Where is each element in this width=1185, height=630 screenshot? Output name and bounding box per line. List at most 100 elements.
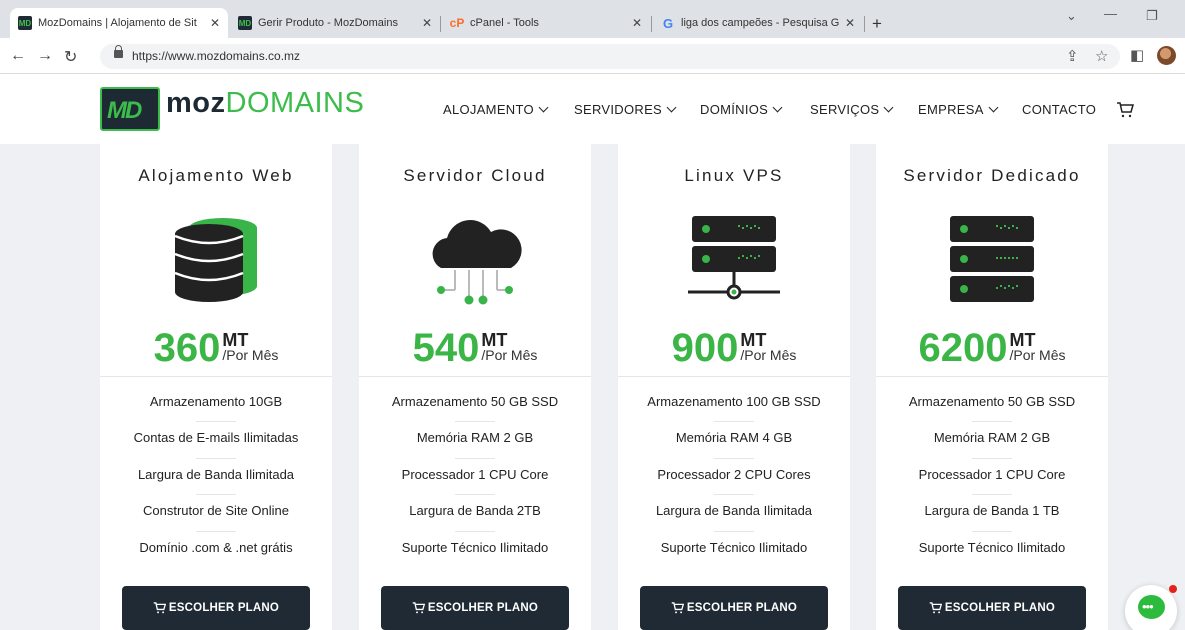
choose-plan-button[interactable]: ESCOLHER PLANO bbox=[122, 586, 310, 630]
tab-title: MozDomains | Alojamento de Sit bbox=[38, 17, 197, 29]
plans-section: Alojamento Web 360 MT/Por Mês Armazenamen… bbox=[0, 144, 1185, 630]
nav-item-servicos[interactable]: SERVIÇOS bbox=[810, 102, 894, 117]
close-icon[interactable]: ✕ bbox=[632, 16, 642, 30]
button-label: ESCOLHER PLANO bbox=[427, 602, 539, 614]
browser-tab-cpanel[interactable]: cP cPanel - Tools ✕ bbox=[442, 8, 650, 38]
side-panel-icon[interactable]: ◧ bbox=[1130, 46, 1144, 64]
browser-tab-google[interactable]: G liga dos campeões - Pesquisa Go ✕ bbox=[653, 8, 863, 38]
feature-list: Armazenamento 50 GB SSD Memória RAM 2 GB… bbox=[359, 394, 591, 576]
feature-item: Processador 2 CPU Cores bbox=[618, 467, 850, 503]
browser-tab-gerir-produto[interactable]: MD Gerir Produto - MozDomains ✕ bbox=[230, 8, 440, 38]
mozdomains-favicon: MD bbox=[18, 16, 32, 30]
cart-icon[interactable] bbox=[1116, 102, 1134, 118]
cpanel-favicon: cP bbox=[449, 16, 465, 30]
cart-icon bbox=[671, 602, 684, 614]
feature-item: Domínio .com & .net grátis bbox=[139, 539, 293, 555]
lock-icon bbox=[114, 45, 123, 58]
nav-label: SERVIDORES bbox=[574, 102, 663, 117]
cart-icon bbox=[412, 602, 425, 614]
tab-title: liga dos campeões - Pesquisa Go bbox=[681, 17, 839, 29]
new-tab-icon[interactable]: + bbox=[872, 14, 882, 34]
logo-text-domains: DOMAINS bbox=[225, 87, 365, 119]
plan-title: Servidor Cloud bbox=[403, 166, 547, 185]
choose-plan-button[interactable]: ESCOLHER PLANO bbox=[898, 586, 1086, 630]
feature-item: Armazenamento 100 GB SSD bbox=[618, 394, 850, 430]
chevron-down-icon[interactable]: ⌄ bbox=[1066, 8, 1077, 24]
minimize-icon[interactable]: — bbox=[1104, 6, 1117, 21]
mozdomains-favicon: MD bbox=[238, 16, 252, 30]
forward-arrow-icon[interactable]: → bbox=[37, 47, 53, 65]
nav-item-alojamento[interactable]: ALOJAMENTO bbox=[443, 102, 549, 117]
feature-list: Armazenamento 50 GB SSD Memória RAM 2 GB… bbox=[876, 394, 1108, 576]
reload-icon[interactable]: ↻ bbox=[64, 47, 77, 67]
chevron-down-icon bbox=[883, 102, 894, 113]
feature-item: Memória RAM 4 GB bbox=[618, 430, 850, 466]
plan-card-linux-vps: Linux VPS 900 MT/Por Mês Armazenamento 10… bbox=[618, 144, 850, 630]
feature-item: Largura de Banda 1 TB bbox=[876, 503, 1108, 539]
browser-tab-mozdomains[interactable]: MD MozDomains | Alojamento de Sit ✕ bbox=[10, 8, 228, 38]
plan-title: Alojamento Web bbox=[138, 166, 294, 185]
back-arrow-icon[interactable]: ← bbox=[10, 47, 26, 65]
feature-item: Armazenamento 50 GB SSD bbox=[876, 394, 1108, 430]
feature-list: Armazenamento 100 GB SSD Memória RAM 4 G… bbox=[618, 394, 850, 576]
cart-icon bbox=[929, 602, 942, 614]
nav-label: EMPRESA bbox=[918, 102, 984, 117]
feature-item: Construtor de Site Online bbox=[100, 503, 332, 539]
share-icon[interactable]: ⇪ bbox=[1066, 47, 1079, 65]
chevron-down-icon bbox=[988, 102, 999, 113]
plan-price: 900 MT/Por Mês bbox=[618, 326, 850, 371]
nav-item-servidores[interactable]: SERVIDORES bbox=[574, 102, 677, 117]
feature-item: Processador 1 CPU Core bbox=[876, 467, 1108, 503]
price-period: /Por Mês bbox=[222, 347, 279, 363]
nav-label: SERVIÇOS bbox=[810, 102, 880, 117]
feature-list: Armazenamento 10GB Contas de E-mails Ili… bbox=[100, 394, 332, 576]
bookmark-star-icon[interactable]: ☆ bbox=[1095, 47, 1108, 65]
plan-title: Servidor Dedicado bbox=[903, 166, 1081, 185]
tab-title: cPanel - Tools bbox=[470, 17, 539, 29]
price-period: /Por Mês bbox=[740, 347, 797, 363]
divider bbox=[100, 376, 332, 377]
feature-item: Memória RAM 2 GB bbox=[359, 430, 591, 466]
profile-avatar[interactable] bbox=[1157, 46, 1176, 65]
address-bar: ← → ↻ https://www.mozdomains.co.mz ⇪ ☆ ◧ bbox=[0, 38, 1185, 74]
cart-icon bbox=[153, 602, 166, 614]
logo-icon[interactable]: MD bbox=[100, 87, 160, 131]
divider bbox=[618, 376, 850, 377]
plan-card-alojamento-web: Alojamento Web 360 MT/Por Mês Armazenamen… bbox=[100, 144, 332, 630]
nav-label: DOMÍNIOS bbox=[700, 102, 769, 117]
nav-item-empresa[interactable]: EMPRESA bbox=[918, 102, 999, 117]
chat-bubble-icon bbox=[1138, 595, 1165, 619]
dedicated-server-icon bbox=[950, 216, 1034, 302]
close-icon[interactable]: ✕ bbox=[845, 16, 855, 30]
url-input[interactable]: https://www.mozdomains.co.mz bbox=[100, 44, 1120, 69]
nav-label: CONTACTO bbox=[1022, 102, 1097, 117]
choose-plan-button[interactable]: ESCOLHER PLANO bbox=[640, 586, 828, 630]
feature-item: Contas de E-mails Ilimitadas bbox=[100, 430, 332, 466]
tab-separator bbox=[651, 16, 652, 32]
button-label: ESCOLHER PLANO bbox=[168, 602, 280, 614]
divider bbox=[876, 376, 1108, 377]
feature-item: Suporte Técnico Ilimitado bbox=[401, 539, 549, 555]
feature-item: Largura de Banda Ilimitada bbox=[618, 503, 850, 539]
browser-tab-bar: MD MozDomains | Alojamento de Sit ✕ MD G… bbox=[0, 0, 1185, 38]
price-period: /Por Mês bbox=[481, 347, 538, 363]
choose-plan-button[interactable]: ESCOLHER PLANO bbox=[381, 586, 569, 630]
google-favicon: G bbox=[662, 15, 674, 31]
divider bbox=[359, 376, 591, 377]
price-value: 540 bbox=[412, 326, 480, 370]
price-value: 900 bbox=[671, 326, 739, 370]
restore-icon[interactable]: ❐ bbox=[1146, 8, 1158, 24]
plan-card-servidor-dedicado: Servidor Dedicado 6200 MT/Por Mês Armazen… bbox=[876, 144, 1108, 630]
close-icon[interactable]: ✕ bbox=[210, 16, 220, 30]
plan-card-servidor-cloud: Servidor Cloud 540 MT/Por Mês Armazenamen… bbox=[359, 144, 591, 630]
nav-item-dominios[interactable]: DOMÍNIOS bbox=[700, 102, 783, 117]
plan-price: 6200 MT/Por Mês bbox=[876, 326, 1108, 371]
nav-item-contacto[interactable]: CONTACTO bbox=[1022, 102, 1096, 117]
close-icon[interactable]: ✕ bbox=[422, 16, 432, 30]
button-label: ESCOLHER PLANO bbox=[686, 602, 798, 614]
tab-separator bbox=[440, 16, 441, 32]
price-value: 6200 bbox=[918, 326, 1008, 370]
feature-item: Largura de Banda 2TB bbox=[359, 503, 591, 539]
tab-separator bbox=[864, 16, 865, 32]
site-logo[interactable]: mozDOMAINS bbox=[166, 87, 364, 120]
